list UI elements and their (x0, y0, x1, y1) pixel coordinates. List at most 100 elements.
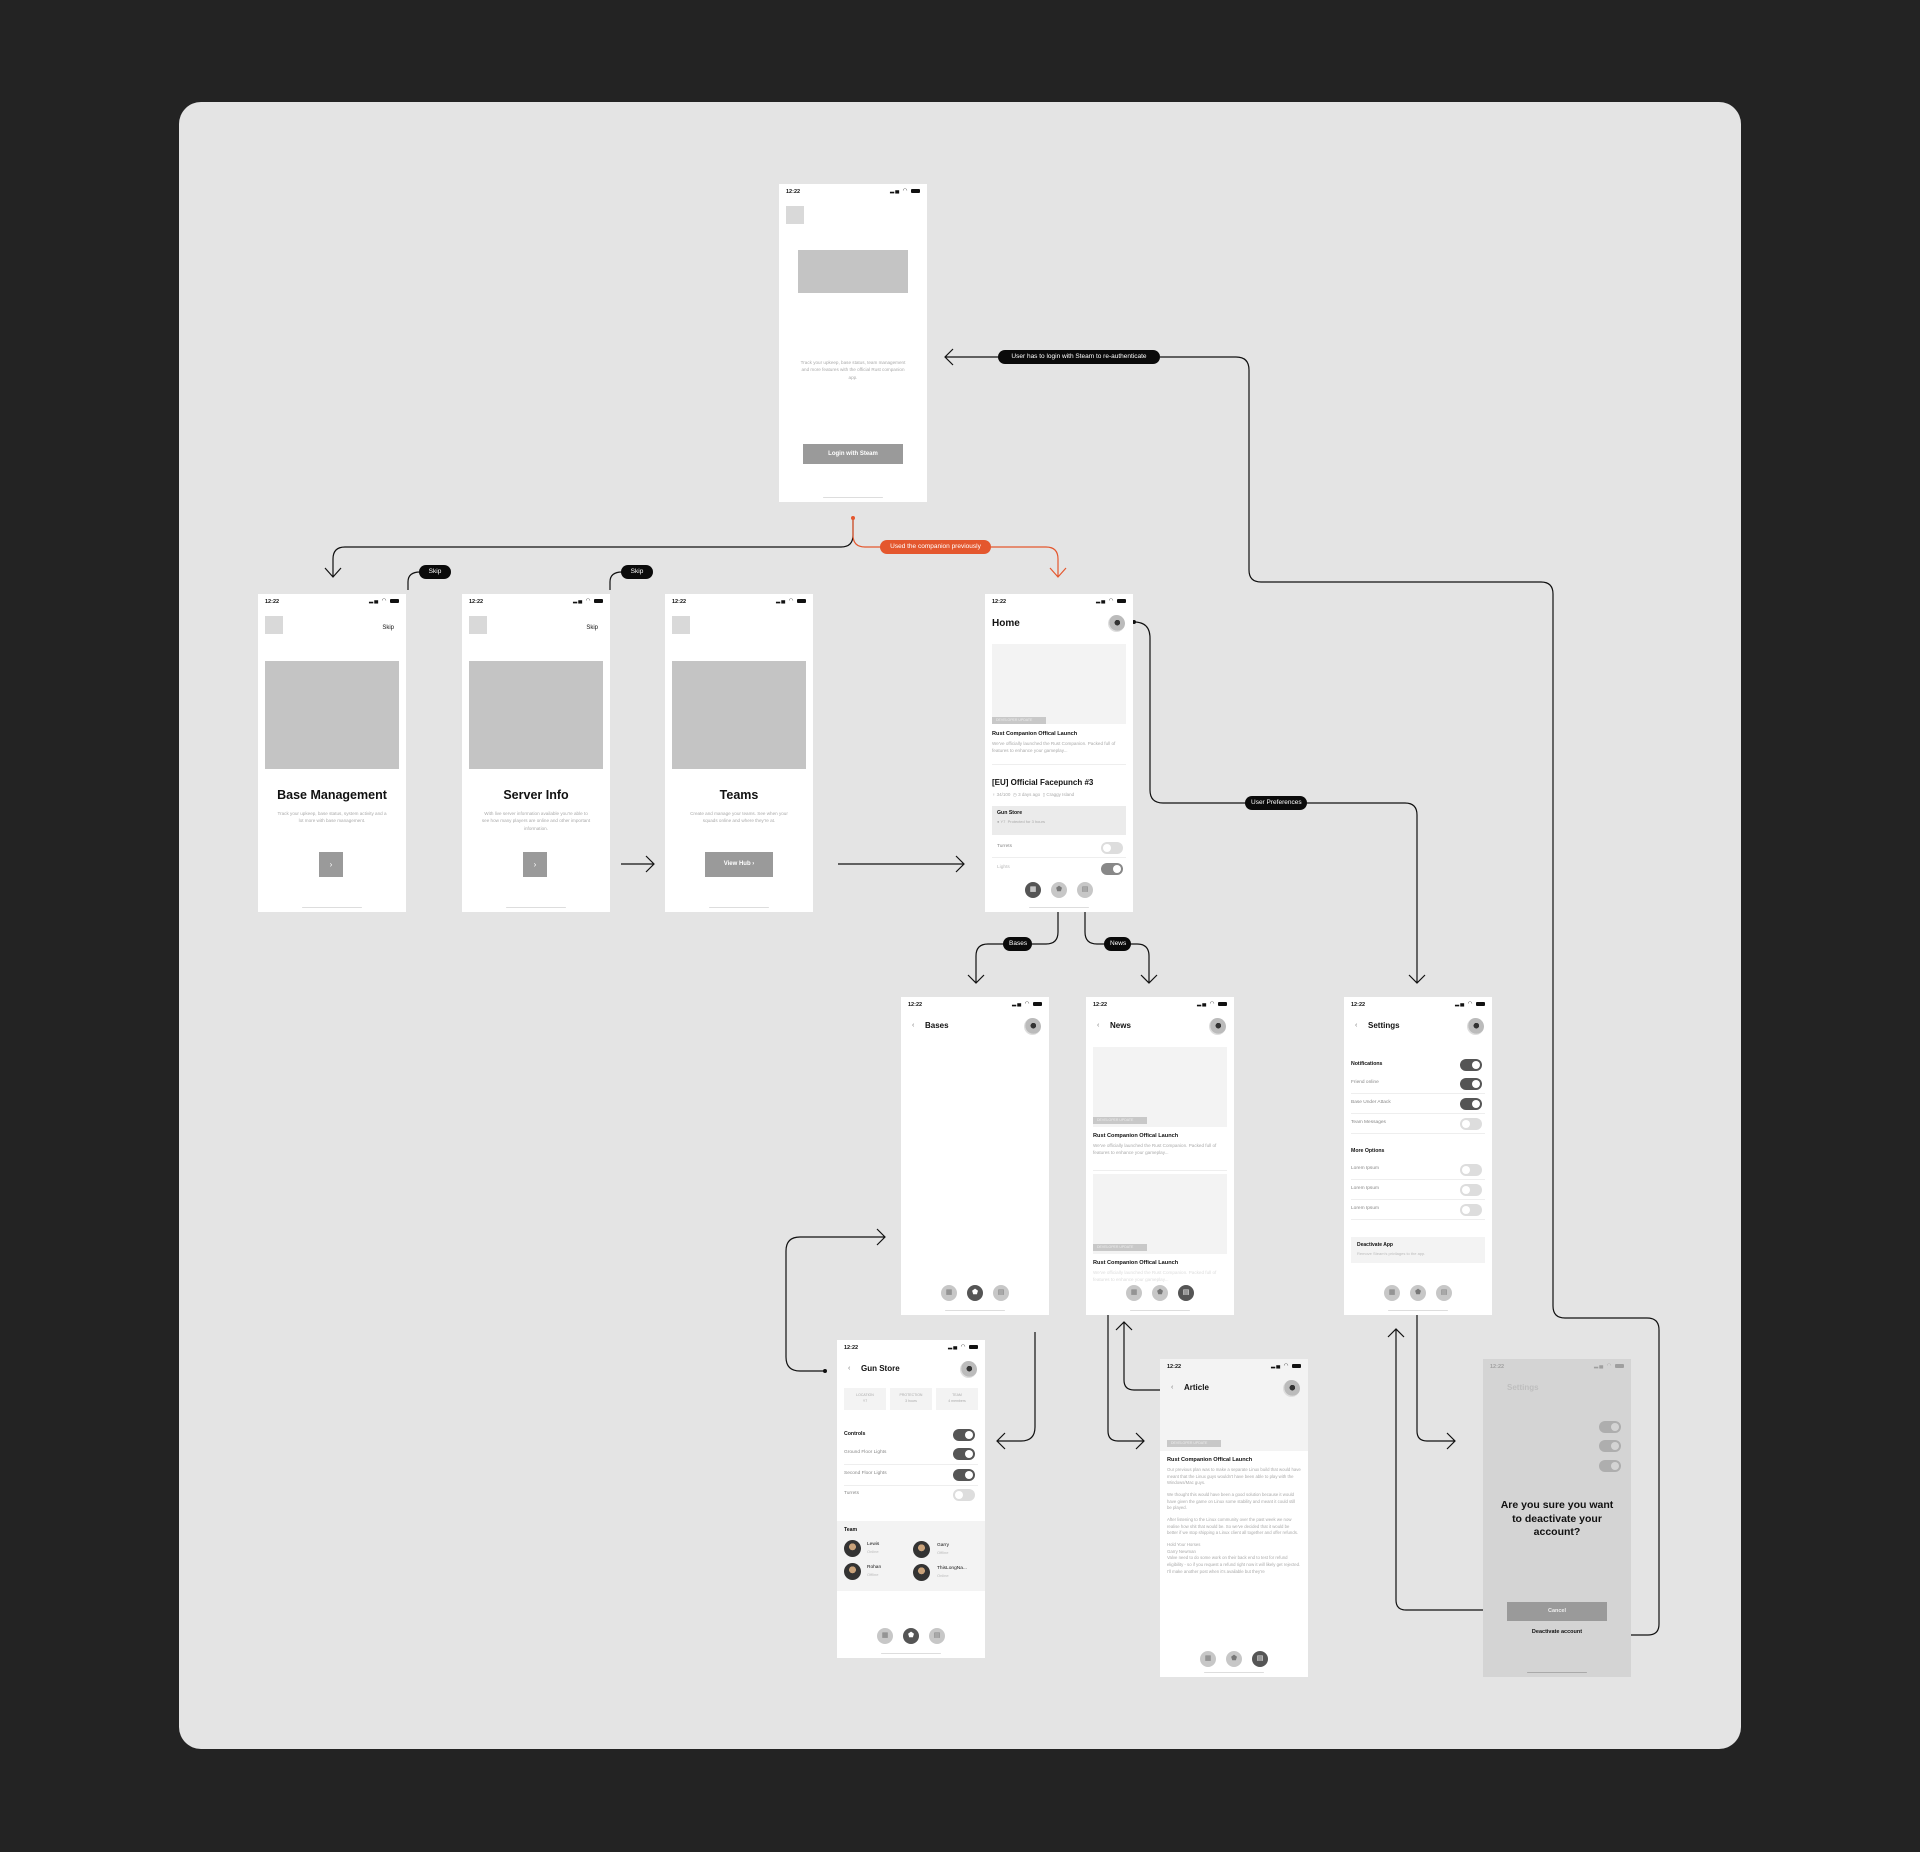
base-shield-icon[interactable]: ⬟ (967, 1285, 983, 1301)
back-icon[interactable]: ‹ (1171, 1384, 1173, 1391)
status-time: 12:22 (672, 599, 687, 605)
skip-link[interactable]: Skip (382, 625, 394, 631)
onboarding-description: Track your upkeep, base status, system a… (277, 811, 387, 824)
lorem-toggle[interactable] (1460, 1204, 1482, 1216)
label-news: News (1104, 937, 1131, 951)
back-icon[interactable]: ‹ (848, 1365, 850, 1372)
news-description: We've officially launched the Rust Compa… (1093, 1270, 1217, 1283)
home-indicator (302, 906, 362, 908)
avatar[interactable] (1108, 615, 1125, 632)
avatar[interactable] (1209, 1018, 1226, 1035)
dashboard-icon[interactable]: ▦ (877, 1628, 893, 1644)
team-member[interactable]: Garry Offline (937, 1543, 949, 1557)
base-shield-icon[interactable]: ⬟ (1051, 882, 1067, 898)
next-button[interactable]: › (523, 852, 547, 877)
view-hub-button[interactable]: View Hub › (705, 852, 773, 877)
dashboard-icon[interactable]: ▦ (1025, 882, 1041, 898)
news-icon[interactable]: ▤ (929, 1628, 945, 1644)
controls-toggle[interactable] (953, 1429, 975, 1441)
team-member[interactable]: ThisLongNa... Online (937, 1566, 967, 1580)
logo-placeholder (469, 616, 487, 634)
friend-online-toggle[interactable] (1460, 1078, 1482, 1090)
avatar[interactable] (960, 1361, 977, 1378)
screen-deactivate-confirm: 12:22 ▂▄ ◠ Settings Are you sure you wan… (1483, 1359, 1631, 1677)
screen-bases: 12:22 ▂▄ ◠ ‹ Bases ▦ ⬟ ▤ (901, 997, 1049, 1315)
lorem-toggle[interactable] (1460, 1184, 1482, 1196)
status-icons: ▂▄ ◠ (890, 188, 920, 194)
base-shield-icon[interactable]: ⬟ (1226, 1651, 1242, 1667)
status-icons: ▂▄ ◠ (369, 598, 399, 604)
member-avatar (913, 1564, 930, 1581)
avatar[interactable] (1467, 1018, 1484, 1035)
notifications-toggle[interactable] (1460, 1059, 1482, 1071)
status-time: 12:22 (908, 1002, 923, 1008)
back-icon[interactable]: ‹ (912, 1022, 914, 1029)
turrets-toggle[interactable] (1101, 842, 1123, 854)
news-title[interactable]: Rust Companion Offical Launch (1093, 1133, 1178, 1139)
second-floor-lights-toggle[interactable] (953, 1469, 975, 1481)
base-shield-icon[interactable]: ⬟ (903, 1628, 919, 1644)
next-button[interactable]: › (319, 852, 343, 877)
member-avatar (844, 1540, 861, 1557)
team-messages-toggle[interactable] (1460, 1118, 1482, 1130)
page-title: Home (992, 618, 1020, 629)
dashboard-icon[interactable]: ▦ (941, 1285, 957, 1301)
bottom-nav: ▦ ⬟ ▤ (1200, 1651, 1268, 1667)
news-icon[interactable]: ▤ (993, 1285, 1009, 1301)
news-title[interactable]: Rust Companion Offical Launch (992, 731, 1077, 737)
deactivate-account-button[interactable]: Deactivate account (1483, 1629, 1631, 1635)
home-indicator (1029, 906, 1089, 908)
home-indicator (881, 1652, 941, 1654)
label-reauth: User has to login with Steam to re-authe… (998, 350, 1160, 364)
divider (1351, 1219, 1485, 1220)
cancel-button[interactable]: Cancel (1507, 1602, 1607, 1621)
article-tag: DEVELOPER UPDATE (1167, 1440, 1221, 1447)
dashboard-icon[interactable]: ▦ (1384, 1285, 1400, 1301)
stat-team: TEAM 4 members (936, 1388, 978, 1410)
skip-link[interactable]: Skip (586, 625, 598, 631)
news-title[interactable]: Rust Companion Offical Launch (1093, 1260, 1178, 1266)
login-with-steam-button[interactable]: Login with Steam (803, 444, 903, 464)
base-under-attack-toggle[interactable] (1460, 1098, 1482, 1110)
divider (1351, 1179, 1485, 1180)
lorem-toggle[interactable] (1460, 1164, 1482, 1176)
home-indicator (1527, 1671, 1587, 1673)
news-image-placeholder (992, 644, 1126, 724)
news-icon[interactable]: ▤ (1077, 882, 1093, 898)
control-label: Turrets (844, 1491, 860, 1496)
control-label: Lights (997, 865, 1010, 870)
news-tag: DEVELOPER UPDATE (1093, 1244, 1147, 1251)
team-heading: Team (844, 1527, 858, 1533)
lights-toggle[interactable] (1101, 863, 1123, 875)
home-indicator (945, 1309, 1005, 1311)
base-shield-icon[interactable]: ⬟ (1410, 1285, 1426, 1301)
home-indicator (1388, 1309, 1448, 1311)
turrets-toggle[interactable] (953, 1489, 975, 1501)
dashboard-icon[interactable]: ▦ (1200, 1651, 1216, 1667)
avatar[interactable] (1024, 1018, 1041, 1035)
team-member[interactable]: Lewis Online (867, 1542, 879, 1556)
deactivate-app-card[interactable] (1351, 1237, 1485, 1263)
status-time: 12:22 (265, 599, 280, 605)
back-icon[interactable]: ‹ (1355, 1022, 1357, 1029)
news-icon[interactable]: ▤ (1178, 1285, 1194, 1301)
bottom-nav: ▦ ⬟ ▤ (1025, 882, 1093, 898)
divider (992, 764, 1126, 765)
base-shield-icon[interactable]: ⬟ (1152, 1285, 1168, 1301)
stat-protection: PROTECTION 3 hours (890, 1388, 932, 1410)
news-icon[interactable]: ▤ (1436, 1285, 1452, 1301)
setting-label: Team Messages (1351, 1120, 1386, 1125)
news-image-placeholder (1093, 1174, 1227, 1254)
screen-gun-store: 12:22 ▂▄ ◠ ‹ Gun Store LOCATION Y7 PROTEC… (837, 1340, 985, 1658)
ground-floor-lights-toggle[interactable] (953, 1448, 975, 1460)
divider (1351, 1113, 1485, 1114)
news-icon[interactable]: ▤ (1252, 1651, 1268, 1667)
back-icon[interactable]: ‹ (1097, 1022, 1099, 1029)
server-meta: ♆ 34/100 ◷ 3 days ago ▯ Craggy Island (992, 792, 1074, 798)
status-time: 12:22 (1093, 1002, 1108, 1008)
label-user-preferences: User Preferences (1245, 796, 1307, 810)
dashboard-icon[interactable]: ▦ (1126, 1285, 1142, 1301)
avatar[interactable] (1283, 1380, 1300, 1397)
team-member[interactable]: Rohan Offline (867, 1565, 881, 1579)
page-title: News (1110, 1021, 1131, 1030)
